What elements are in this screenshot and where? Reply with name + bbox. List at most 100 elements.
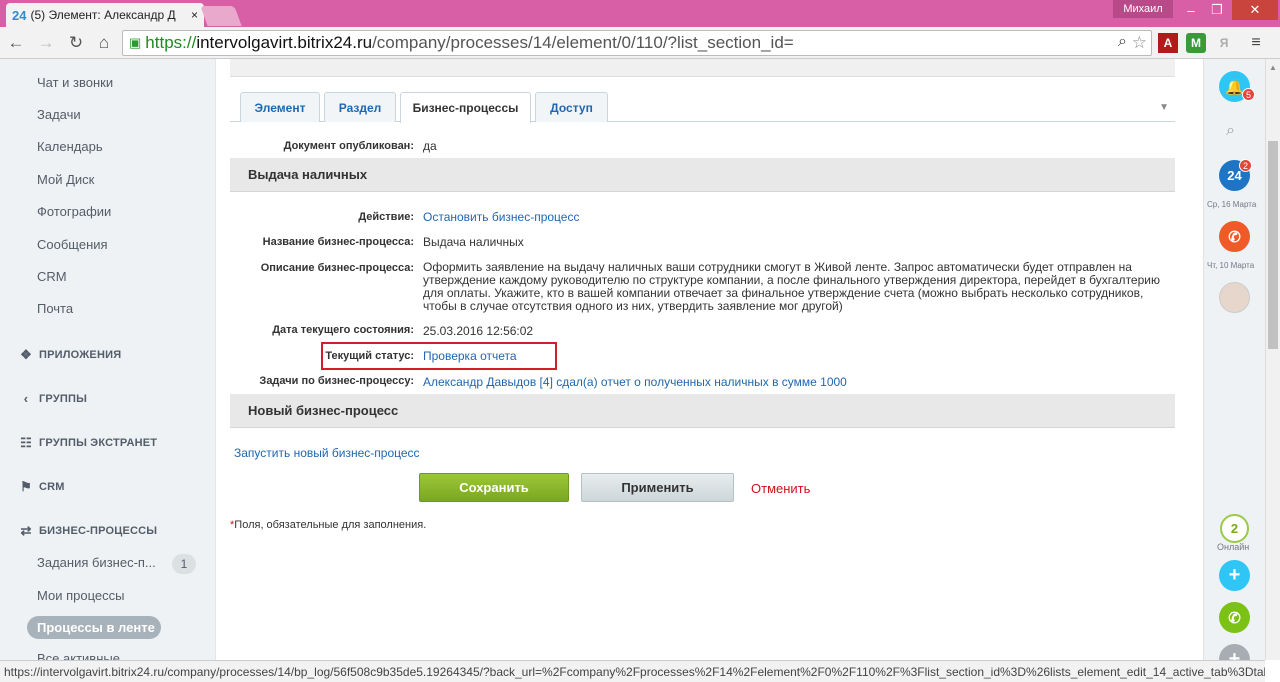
browser-status-url: https://intervolgavirt.bitrix24.ru/compa… <box>0 660 1265 682</box>
pdf-extension-icon[interactable]: A <box>1158 33 1178 53</box>
sidebar-item-all-active[interactable]: Все активные <box>37 651 120 660</box>
tab-access[interactable]: Доступ <box>535 92 608 122</box>
process-task-link[interactable]: Александр Давыдов [4] сдал(а) отчет о по… <box>423 375 847 389</box>
yandex-extension-icon[interactable]: Я <box>1214 33 1234 53</box>
sidebar-item-my-processes[interactable]: Мои процессы <box>37 588 124 603</box>
sidebar-section-apps[interactable]: ❖ ПРИЛОЖЕНИЯ <box>18 347 121 363</box>
section-new-process: Новый бизнес-процесс <box>230 394 1175 428</box>
cancel-link[interactable]: Отменить <box>751 481 810 496</box>
bitrix24-favicon-icon: 24 <box>12 7 27 23</box>
extranet-icon: ☷ <box>20 435 32 450</box>
share-icon: ‹ <box>23 391 29 406</box>
minimize-icon[interactable]: – <box>1178 0 1204 20</box>
sidebar-item-crm[interactable]: CRM <box>37 269 67 284</box>
form-tabs: Элемент Раздел Бизнес-процессы Доступ ▼ <box>230 92 1175 123</box>
back-icon[interactable]: ← <box>6 32 26 54</box>
online-label: Онлайн <box>1217 542 1250 552</box>
state-date-value: 25.03.2016 12:56:02 <box>423 324 534 338</box>
published-label: Документ опубликован: <box>283 140 414 152</box>
main-content: Элемент Раздел Бизнес-процессы Доступ ▼ … <box>216 59 1203 660</box>
sidebar-section-label: ПРИЛОЖЕНИЯ <box>39 349 122 361</box>
status-highlight-frame <box>321 342 557 370</box>
tab-title: (5) Элемент: Александр Д <box>30 8 176 22</box>
tab-close-icon[interactable]: × <box>191 8 198 22</box>
url-scheme: https:// <box>145 33 197 52</box>
sidebar-section-extranet[interactable]: ☷ ГРУППЫ ЭКСТРАНЕТ <box>18 435 157 451</box>
sidebar-item-photos[interactable]: Фотографии <box>37 204 111 219</box>
tab-element[interactable]: Элемент <box>240 92 320 122</box>
processes-icon: ⇄ <box>20 523 32 538</box>
recent-date-2: Чт, 10 Марта <box>1207 261 1255 270</box>
process-name-value: Выдача наличных <box>423 235 524 249</box>
scroll-up-icon[interactable]: ▲ <box>1269 63 1277 72</box>
zoom-icon[interactable]: ⌕ <box>1118 33 1127 51</box>
tabs-menu-arrow-icon[interactable]: ▼ <box>1159 102 1169 113</box>
save-button[interactable]: Сохранить <box>419 473 569 502</box>
sidebar-item-mail[interactable]: Почта <box>37 301 73 316</box>
address-bar[interactable]: ▣ https://intervolgavirt.bitrix24.ru/com… <box>122 30 1152 56</box>
notifications-badge: 5 <box>1242 88 1255 101</box>
sidebar-item-feed-processes[interactable]: Процессы в ленте <box>27 616 161 639</box>
sidebar-item-calendar[interactable]: Календарь <box>37 139 103 154</box>
bookmark-star-icon[interactable]: ☆ <box>1132 33 1147 53</box>
section-cash-issue: Выдача наличных <box>230 158 1175 192</box>
top-toolbar-strip <box>230 59 1175 77</box>
sidebar-item-chat[interactable]: Чат и звонки <box>37 75 113 90</box>
sidebar-item-drive[interactable]: Мой Диск <box>37 172 94 187</box>
flag-icon: ⚑ <box>20 479 32 494</box>
phone-call-icon[interactable]: ✆ <box>1219 221 1250 252</box>
apply-button[interactable]: Применить <box>581 473 734 502</box>
add-chat-icon[interactable]: + <box>1219 560 1250 591</box>
sidebar-section-label: ГРУППЫ <box>39 392 88 405</box>
required-note-text: Поля, обязательные для заполнения. <box>234 519 427 531</box>
published-value: да <box>423 139 437 153</box>
maximize-icon[interactable]: ❐ <box>1204 0 1230 20</box>
home-icon[interactable]: ⌂ <box>94 32 114 54</box>
tab-section[interactable]: Раздел <box>324 92 396 122</box>
sidebar-item-tasks[interactable]: Задачи <box>37 107 81 122</box>
recent-date-1: Ср, 16 Марта <box>1207 200 1257 209</box>
left-sidebar: Чат и звонки Задачи Календарь Мой Диск Ф… <box>0 59 216 660</box>
scrollbar-thumb[interactable] <box>1268 141 1278 349</box>
state-date-label: Дата текущего состояния: <box>272 324 414 336</box>
sidebar-section-label: БИЗНЕС-ПРОЦЕССЫ <box>39 525 158 537</box>
new-tab-button[interactable] <box>200 6 242 26</box>
browser-toolbar: ← → ↻ ⌂ ▣ https://intervolgavirt.bitrix2… <box>0 27 1280 59</box>
sidebar-section-crm[interactable]: ⚑ CRM <box>18 479 65 495</box>
browser-titlebar: 24 (5) Элемент: Александр Д × Михаил – ❐… <box>0 0 1280 27</box>
lock-icon: ▣ <box>129 35 142 50</box>
tab-business-processes[interactable]: Бизнес-процессы <box>400 92 531 123</box>
page-scrollbar[interactable]: ▲ <box>1265 59 1280 660</box>
call-icon[interactable]: ✆ <box>1219 602 1250 633</box>
window-close-icon[interactable]: ✕ <box>1232 0 1278 20</box>
apps-icon: ❖ <box>20 347 32 362</box>
sidebar-section-label: ГРУППЫ ЭКСТРАНЕТ <box>39 437 158 449</box>
extension-m-icon[interactable]: M <box>1186 33 1206 53</box>
url-host: intervolgavirt.bitrix24.ru <box>196 33 373 52</box>
stop-process-link[interactable]: Остановить бизнес-процесс <box>423 210 579 224</box>
sidebar-item-messages[interactable]: Сообщения <box>37 237 108 252</box>
browser-user-chip[interactable]: Михаил <box>1113 0 1173 18</box>
sidebar-section-label: CRM <box>39 481 65 493</box>
sidebar-section-groups[interactable]: ‹ ГРУППЫ <box>18 391 87 406</box>
online-counter[interactable]: 2 <box>1220 514 1249 543</box>
action-label: Действие: <box>358 211 414 223</box>
right-panel: 🔔 5 ⌕ 24 2 Ср, 16 Марта ✆ Чт, 10 Марта 2… <box>1204 59 1265 675</box>
process-desc-label: Описание бизнес-процесса: <box>260 262 414 274</box>
url-path: /company/processes/14/element/0/110/?lis… <box>372 33 794 52</box>
search-icon[interactable]: ⌕ <box>1226 122 1235 140</box>
browser-menu-icon[interactable]: ≡ <box>1246 33 1266 53</box>
required-fields-note: *Поля, обязательные для заполнения. <box>230 519 426 531</box>
start-new-process-link[interactable]: Запустить новый бизнес-процесс <box>234 446 420 460</box>
sidebar-section-business-processes[interactable]: ⇄ БИЗНЕС-ПРОЦЕССЫ <box>18 523 157 539</box>
bitrix24-badge: 2 <box>1239 159 1252 172</box>
reload-icon[interactable]: ↻ <box>66 32 86 54</box>
sidebar-item-bp-tasks[interactable]: Задания бизнес-п... <box>37 555 156 570</box>
browser-tab[interactable]: 24 (5) Элемент: Александр Д × <box>6 3 204 27</box>
process-name-label: Название бизнес-процесса: <box>262 236 414 248</box>
forward-icon[interactable]: → <box>36 32 56 54</box>
process-tasks-label: Задачи по бизнес-процессу: <box>259 375 414 387</box>
bp-tasks-counter-badge: 1 <box>172 554 196 574</box>
contact-avatar[interactable] <box>1219 282 1250 313</box>
process-desc-value: Оформить заявление на выдачу наличных ва… <box>423 260 1160 313</box>
